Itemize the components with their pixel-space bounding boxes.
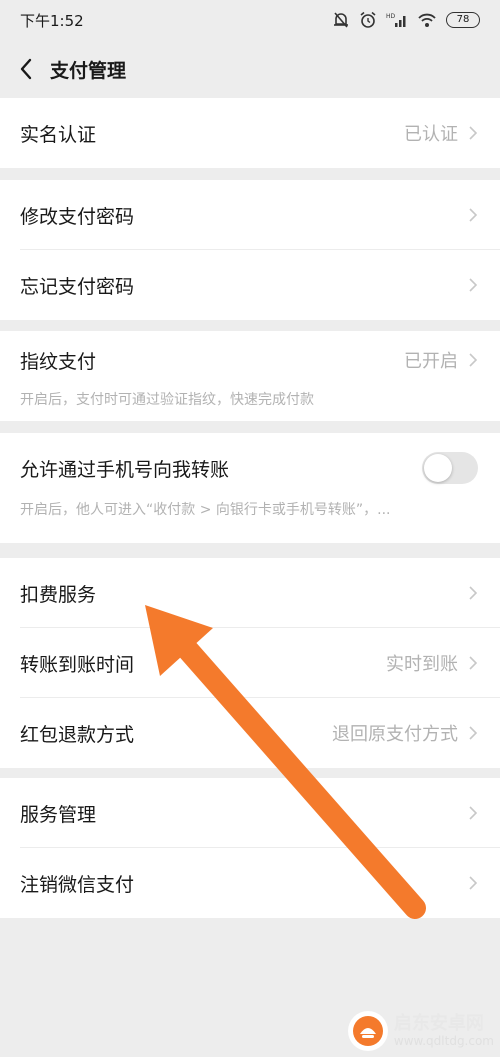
chevron-right-icon xyxy=(469,353,478,367)
status-bar: 下午1:52 HD 78 xyxy=(0,0,500,40)
group-services: 扣费服务 转账到账时间 实时到账 红包退款方式 退回原支付方式 xyxy=(0,558,500,768)
row-label: 允许通过手机号向我转账 xyxy=(20,458,230,481)
row-phone-transfer: 允许通过手机号向我转账 xyxy=(0,433,500,503)
group-verification: 实名认证 已认证 xyxy=(0,98,500,168)
status-time: 下午1:52 xyxy=(20,11,84,30)
group-password: 修改支付密码 忘记支付密码 xyxy=(0,180,500,320)
row-value: 退回原支付方式 xyxy=(332,724,458,745)
row-value: 已认证 xyxy=(404,124,458,145)
row-hint: 开启后，支付时可通过验证指纹，快速完成付款 xyxy=(20,392,314,408)
svg-text:HD: HD xyxy=(386,13,396,20)
row-label: 注销微信支付 xyxy=(20,873,135,896)
nav-bar: 支付管理 xyxy=(0,40,500,98)
row-label: 忘记支付密码 xyxy=(20,275,135,298)
chevron-right-icon xyxy=(469,586,478,600)
row-label: 转账到账时间 xyxy=(20,653,135,676)
chevron-right-icon xyxy=(469,876,478,890)
back-button[interactable] xyxy=(2,40,50,98)
status-icons: HD 78 xyxy=(332,11,480,29)
watermark-url: www.qdltdg.com xyxy=(393,1034,494,1048)
chevron-right-icon xyxy=(469,208,478,222)
chevron-left-icon xyxy=(20,58,32,80)
toggle-knob xyxy=(424,454,452,482)
row-value: 已开启 xyxy=(404,351,458,372)
chevron-right-icon xyxy=(469,278,478,292)
row-deduction-service[interactable]: 扣费服务 xyxy=(0,558,500,628)
group-phone-transfer: 允许通过手机号向我转账 开启后，他人可进入“收付款 > 向银行卡或手机号转账”，… xyxy=(0,433,500,543)
row-label: 实名认证 xyxy=(20,123,97,146)
row-real-name[interactable]: 实名认证 已认证 xyxy=(0,98,500,168)
row-service-management[interactable]: 服务管理 xyxy=(0,778,500,848)
row-red-packet-refund[interactable]: 红包退款方式 退回原支付方式 xyxy=(0,698,500,768)
row-label: 修改支付密码 xyxy=(20,205,135,228)
phone-transfer-toggle[interactable] xyxy=(422,452,478,484)
row-label: 红包退款方式 xyxy=(20,723,135,746)
chevron-right-icon xyxy=(469,726,478,740)
row-fingerprint-pay[interactable]: 指纹支付 已开启 xyxy=(0,331,500,389)
group-account: 服务管理 注销微信支付 xyxy=(0,778,500,918)
watermark-title: 启东安卓网 xyxy=(393,1013,484,1034)
row-value: 实时到账 xyxy=(386,654,458,675)
row-label: 服务管理 xyxy=(20,803,97,826)
row-label: 指纹支付 xyxy=(20,350,97,373)
watermark-logo-icon xyxy=(347,1011,388,1051)
row-arrival-time[interactable]: 转账到账时间 实时到账 xyxy=(0,628,500,698)
wifi-icon xyxy=(418,13,436,27)
watermark: 启东安卓网 www.qdltdg.com xyxy=(347,1011,494,1051)
hd-signal-icon: HD xyxy=(386,13,406,27)
chevron-right-icon xyxy=(469,806,478,820)
battery-indicator: 78 xyxy=(446,12,480,28)
alarm-icon xyxy=(360,11,376,28)
group-fingerprint: 指纹支付 已开启 开启后，支付时可通过验证指纹，快速完成付款 xyxy=(0,331,500,421)
mute-bell-icon xyxy=(334,12,348,28)
row-forgot-password[interactable]: 忘记支付密码 xyxy=(0,250,500,320)
chevron-right-icon xyxy=(469,126,478,140)
page-title: 支付管理 xyxy=(50,59,127,82)
row-cancel-wechat-pay[interactable]: 注销微信支付 xyxy=(0,848,500,918)
row-label: 扣费服务 xyxy=(20,583,97,606)
chevron-right-icon xyxy=(469,656,478,670)
row-change-password[interactable]: 修改支付密码 xyxy=(0,180,500,250)
